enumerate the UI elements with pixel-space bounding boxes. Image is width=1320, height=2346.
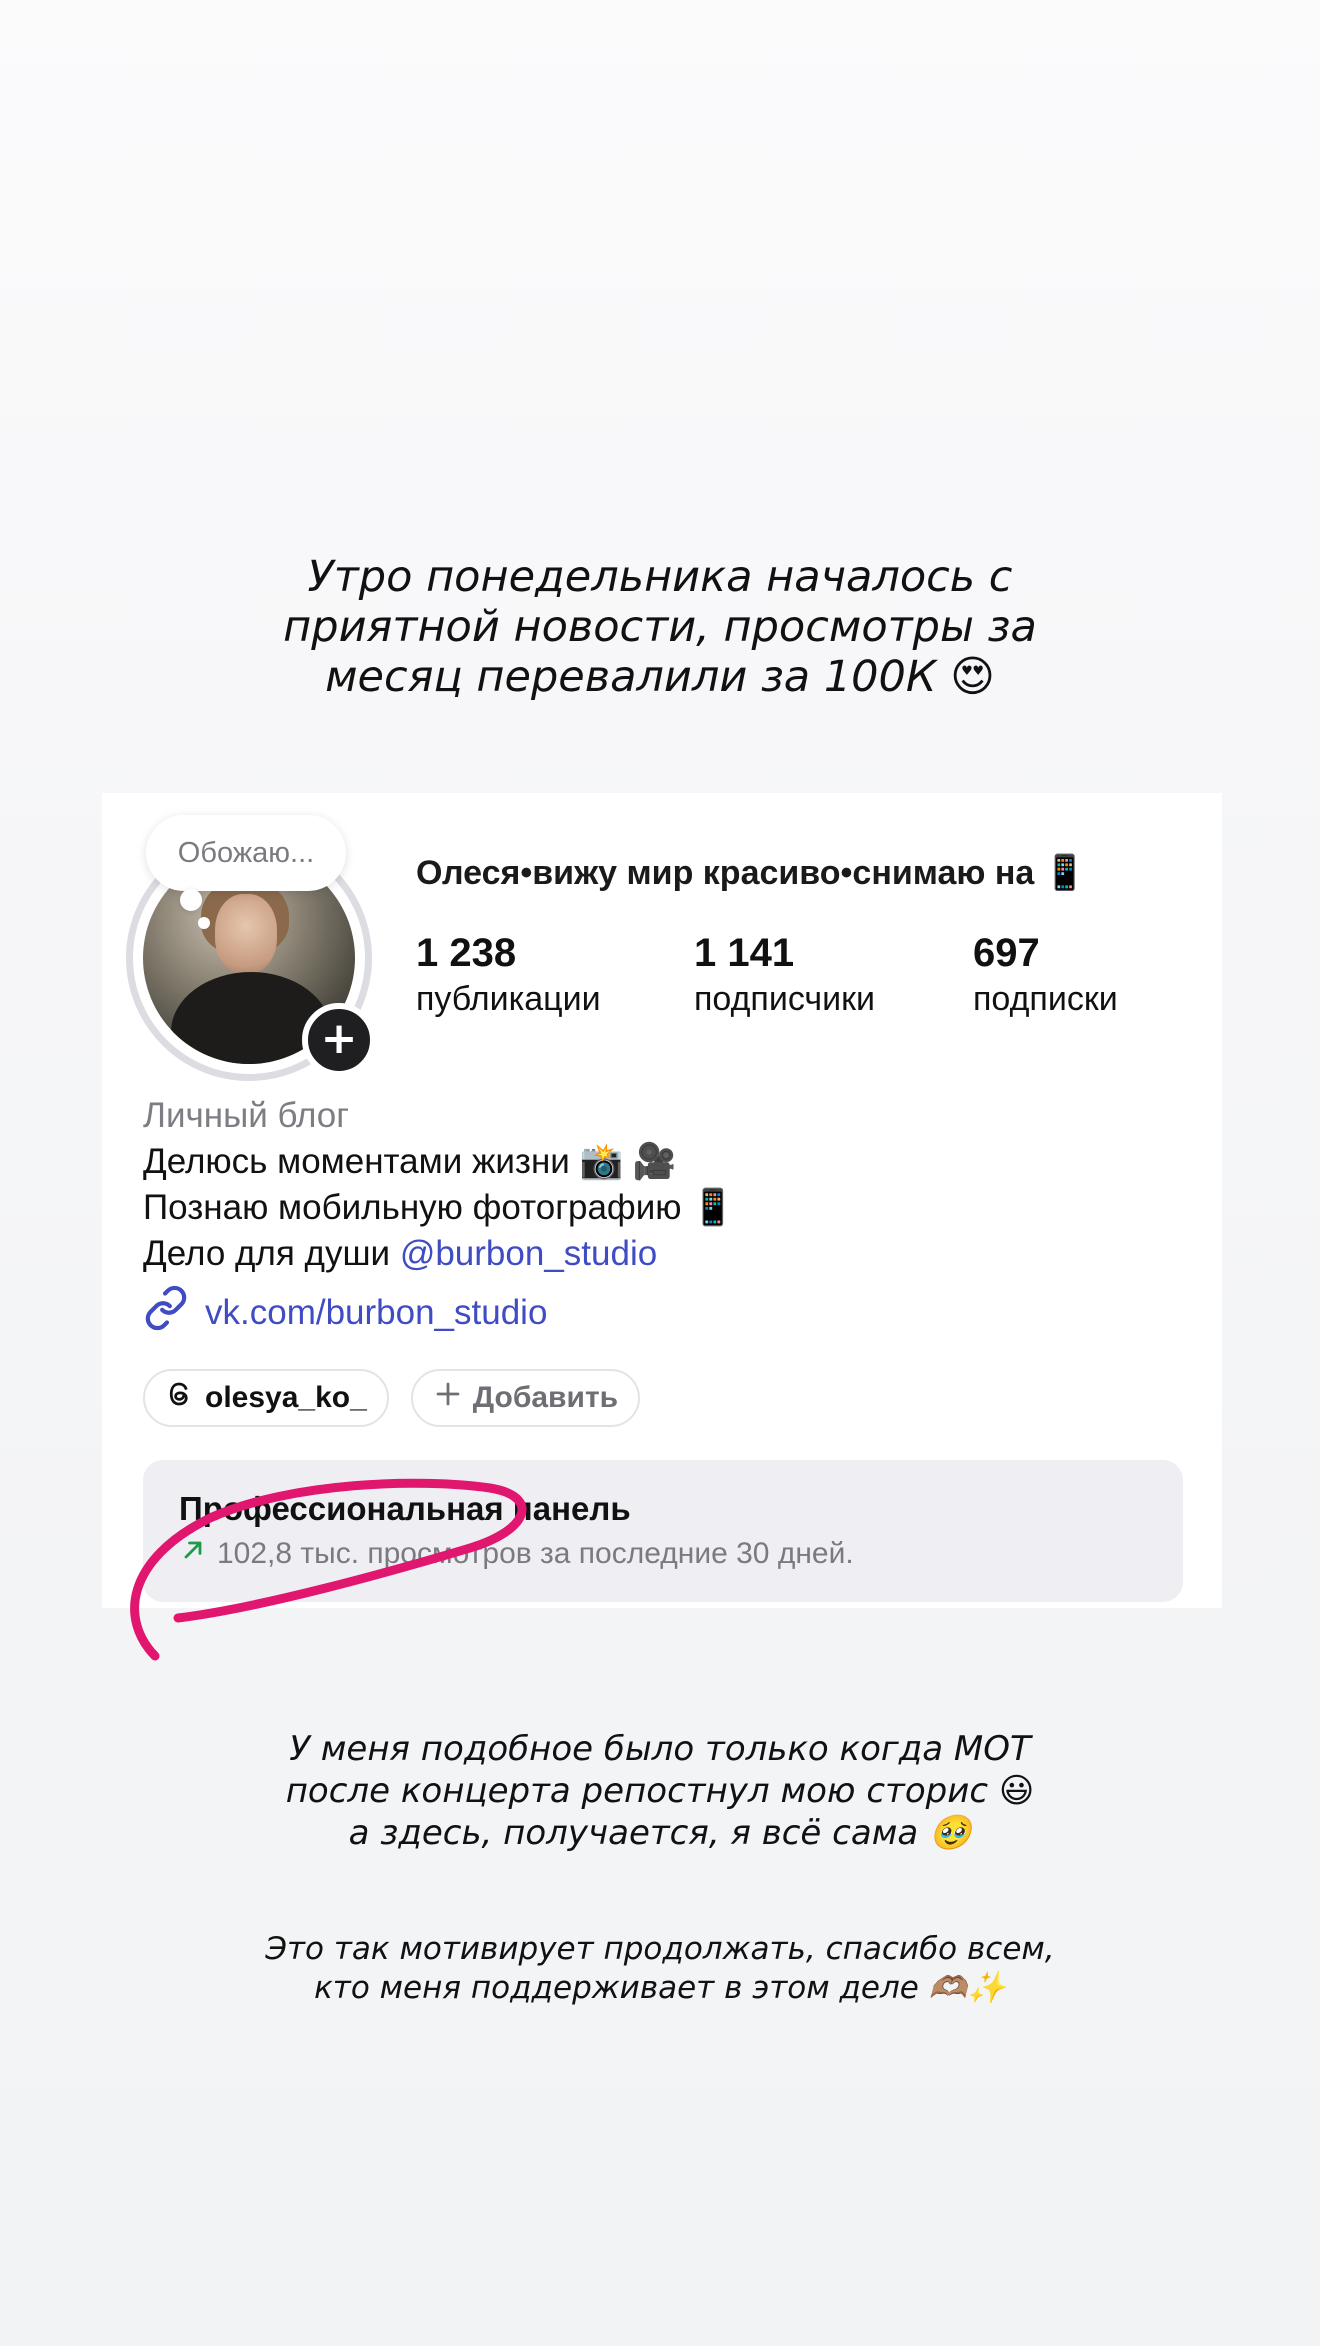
stat-following[interactable]: 697 подписки [973, 929, 1118, 1021]
bio-line: Дело для души @burbon_studio [143, 1231, 735, 1277]
note-bubble[interactable]: Обожаю... [146, 815, 346, 891]
stat-label: подписки [973, 980, 1118, 1018]
note-bubble-tail-small [198, 917, 210, 929]
profile-link-text: vk.com/burbon_studio [205, 1292, 548, 1332]
add-icon [433, 1379, 463, 1417]
caption-line: месяц перевалили за 100К 😍 [325, 652, 995, 702]
add-story-button[interactable]: + [302, 1003, 376, 1077]
plus-icon: + [320, 1013, 358, 1064]
caption-line: Утро понедельника началось с [307, 552, 1013, 602]
profile-name: Олеся•вижу мир красиво•снимаю на 📱 [416, 854, 1087, 892]
caption-line: Это так мотивирует продолжать, спасибо в… [265, 1931, 1055, 1967]
threads-icon [165, 1379, 195, 1417]
trend-up-icon [179, 1536, 207, 1572]
avatar-face [215, 894, 277, 974]
stat-posts[interactable]: 1 238 публикации [416, 929, 601, 1021]
stat-label: подписчики [694, 980, 876, 1018]
pro-panel-subtitle: 102,8 тыс. просмотров за последние 30 дн… [179, 1536, 854, 1572]
stat-value: 697 [973, 931, 1040, 975]
bio-mention-link[interactable]: @burbon_studio [400, 1234, 657, 1273]
pro-panel-title: Профессиональная панель [179, 1490, 631, 1527]
stat-value: 1 141 [694, 931, 795, 975]
caption-line: после концерта репостнул мою сторис 😃 [285, 1771, 1035, 1811]
caption-line: кто меня поддерживает в этом деле 🫶🏽✨ [314, 1970, 1006, 2006]
story-caption-top: Утро понедельника началось с приятной но… [0, 552, 1320, 702]
profile-screenshot-card: + Обожаю... Олеся•вижу мир красиво•снима… [102, 793, 1222, 1608]
stat-label: публикации [416, 980, 601, 1018]
bio-line: Познаю мобильную фотографию 📱 [143, 1188, 735, 1227]
pro-panel-views: 102,8 тыс. просмотров за последние 30 дн… [217, 1537, 854, 1570]
profile-link[interactable]: vk.com/burbon_studio [143, 1285, 547, 1340]
caption-line: а здесь, получается, я всё сама 🥹 [348, 1813, 972, 1853]
profile-chips: olesya_ko_ Добавить [143, 1369, 641, 1427]
story-caption-bottom: Это так мотивирует продолжать, спасибо в… [0, 1930, 1320, 2008]
stat-value: 1 238 [416, 931, 517, 975]
stat-followers[interactable]: 1 141 подписчики [694, 929, 875, 1021]
bio-line: Делюсь моментами жизни 📸 🎥 [143, 1142, 677, 1181]
caption-line: У меня подобное было только когда МОТ [289, 1729, 1031, 1769]
story-caption-middle: У меня подобное было только когда МОТ по… [0, 1728, 1320, 1854]
profile-bio: Личный блог Делюсь моментами жизни 📸 🎥 П… [143, 1093, 735, 1277]
bio-line-text: Дело для души [143, 1234, 400, 1273]
threads-chip[interactable]: olesya_ko_ [143, 1369, 389, 1427]
add-link-chip[interactable]: Добавить [410, 1369, 641, 1427]
caption-line: приятной новости, просмотры за [283, 602, 1037, 652]
note-bubble-tail [180, 889, 202, 911]
link-icon [143, 1285, 189, 1340]
profile-category: Личный блог [143, 1096, 350, 1135]
professional-dashboard[interactable]: Профессиональная панель 102,8 тыс. просм… [143, 1460, 1183, 1602]
threads-handle: olesya_ko_ [205, 1381, 367, 1414]
add-label: Добавить [472, 1381, 619, 1414]
